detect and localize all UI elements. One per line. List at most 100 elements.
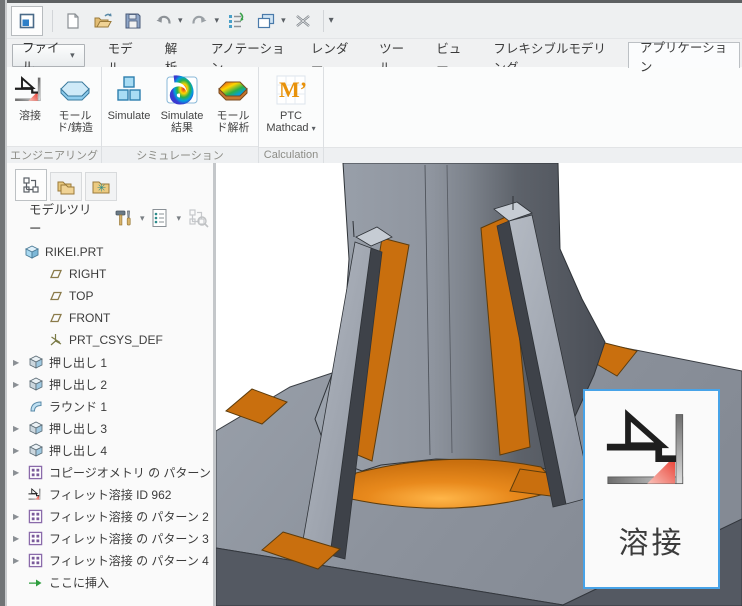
tree-item-rikei-prt[interactable]: RIKEI.PRT xyxy=(7,241,213,263)
ribbon-tab-bar: ファイル ▾ モデル 解析 アノテーション レンダー ツール ビュー フレキシブ… xyxy=(7,39,742,67)
mold-cast-button[interactable]: モール ド/鋳造 xyxy=(51,70,99,145)
expand-arrow-icon[interactable]: ▶ xyxy=(13,468,27,477)
pattern-icon xyxy=(27,508,44,524)
weld-button[interactable]: 溶接 xyxy=(9,70,51,145)
navigator-tabs: ✳ xyxy=(15,169,120,201)
3d-viewport[interactable]: 溶接 xyxy=(216,163,742,606)
simulate-results-button[interactable]: Simulate 結果 xyxy=(154,70,210,145)
weld-button-magnifier[interactable]: 溶接 xyxy=(583,389,720,589)
tree-item-front[interactable]: FRONT xyxy=(7,307,213,329)
tab-tools[interactable]: ツール xyxy=(368,46,423,67)
weld-button-label: 溶接 xyxy=(619,518,685,562)
tree-item-fillet-weld-pattern-4[interactable]: ▶ フィレット溶接 の パターン 4 xyxy=(7,549,213,571)
svg-text:✳: ✳ xyxy=(97,182,106,194)
mold-analysis-button[interactable]: モール ド解析 xyxy=(210,70,256,145)
tools-dropdown-icon[interactable]: ▾ xyxy=(140,213,145,224)
new-file-icon[interactable] xyxy=(60,8,86,34)
tree-item-extrude-4[interactable]: ▶ 押し出し 4 xyxy=(7,439,213,461)
model-tree-panel: ✳ モデルツリー ▾ ▾ RIKEI.PRT RIGHT xyxy=(7,163,213,606)
toolbar-separator xyxy=(323,10,324,32)
window-left-edge-highlight xyxy=(5,0,7,606)
tree-item-right[interactable]: RIGHT xyxy=(7,263,213,285)
pattern-icon xyxy=(27,530,44,546)
mathcad-dropdown-icon: ▾ xyxy=(312,124,316,133)
ribbon-empty-area xyxy=(324,67,742,163)
tree-item-extrude-2[interactable]: ▶ 押し出し 2 xyxy=(7,373,213,395)
settings-dropdown-icon[interactable]: ▾ xyxy=(176,213,181,224)
tree-item-copy-geometry-pattern-1[interactable]: ▶ コピージオメトリ の パターン 1 xyxy=(7,461,213,483)
file-dropdown-icon: ▾ xyxy=(70,50,75,61)
csys-icon xyxy=(47,332,64,348)
tab-analysis[interactable]: 解析 xyxy=(154,46,198,67)
extrude-icon xyxy=(27,442,44,458)
expand-arrow-icon[interactable]: ▶ xyxy=(13,512,27,521)
round-icon xyxy=(27,398,44,414)
tab-render[interactable]: レンダー xyxy=(300,46,366,67)
regenerate-icon[interactable] xyxy=(223,8,249,34)
tools-icon[interactable] xyxy=(113,208,133,228)
simulate-button[interactable]: Simulate xyxy=(104,70,154,145)
tree-item-fillet-weld-pattern-3[interactable]: ▶ フィレット溶接 の パターン 3 xyxy=(7,527,213,549)
redo-icon[interactable] xyxy=(187,8,213,34)
undo-dropdown-icon[interactable]: ▾ xyxy=(178,15,183,26)
redo-dropdown-icon[interactable]: ▾ xyxy=(215,15,220,26)
ptc-mathcad-button[interactable]: M’ PTC Mathcad ▾ xyxy=(261,70,321,145)
svg-text:M’: M’ xyxy=(279,77,306,102)
pattern-icon xyxy=(27,552,44,568)
app-window-icon[interactable] xyxy=(11,6,43,36)
tree-filter-icon xyxy=(188,208,210,228)
expand-arrow-icon[interactable]: ▶ xyxy=(13,424,27,433)
tab-file[interactable]: ファイル ▾ xyxy=(12,44,85,67)
ribbon: 溶接 モール ド/鋳造 エンジニアリング Simulate xyxy=(7,67,742,164)
tree-item-extrude-1[interactable]: ▶ 押し出し 1 xyxy=(7,351,213,373)
expand-arrow-icon[interactable]: ▶ xyxy=(13,358,27,367)
tree-item-fillet-weld-id-962[interactable]: ▶ フィレット溶接 ID 962 xyxy=(7,483,213,505)
folder-browser-tab[interactable] xyxy=(50,172,82,201)
favorites-folder-icon: ✳ xyxy=(91,178,111,196)
mold-cast-icon xyxy=(59,73,91,107)
tab-applications[interactable]: アプリケーション xyxy=(628,42,740,68)
ribbon-group-engineering: 溶接 モール ド/鋳造 エンジニアリング xyxy=(7,67,102,163)
extrude-icon xyxy=(27,376,44,392)
tab-view[interactable]: ビュー xyxy=(425,46,480,67)
tree-item-round-1[interactable]: ▶ ラウンド 1 xyxy=(7,395,213,417)
expand-arrow-icon[interactable]: ▶ xyxy=(13,556,27,565)
pattern-icon xyxy=(27,464,44,480)
model-tree-tab[interactable] xyxy=(15,169,47,201)
tree-item-fillet-weld-pattern-2[interactable]: ▶ フィレット溶接 の パターン 2 xyxy=(7,505,213,527)
windows-icon[interactable] xyxy=(253,8,279,34)
tab-flexible-modeling[interactable]: フレキシブルモデリング xyxy=(482,46,625,67)
quick-access-toolbar: ▾ ▾ ▾ ▾ xyxy=(7,3,742,39)
settings-list-icon[interactable] xyxy=(151,208,169,228)
windows-dropdown-icon[interactable]: ▾ xyxy=(281,15,286,26)
close-icon[interactable] xyxy=(290,8,316,34)
weld-icon xyxy=(14,73,46,107)
overflow-dropdown-icon[interactable]: ▾ xyxy=(329,15,334,26)
model-tree-header: モデルツリー ▾ ▾ xyxy=(7,203,213,233)
tree-item-top[interactable]: TOP xyxy=(7,285,213,307)
expand-arrow-icon[interactable]: ▶ xyxy=(13,534,27,543)
undo-icon[interactable] xyxy=(150,8,176,34)
toolbar-separator xyxy=(52,10,53,32)
tree-item-insert-here[interactable]: ▶ ここに挿入 xyxy=(7,571,213,593)
expand-arrow-icon[interactable]: ▶ xyxy=(13,446,27,455)
tab-annotation[interactable]: アノテーション xyxy=(200,46,298,67)
datum-plane-icon xyxy=(47,266,64,282)
mathcad-icon: M’ xyxy=(276,73,306,107)
favorites-tab[interactable]: ✳ xyxy=(85,172,117,201)
expand-arrow-icon[interactable]: ▶ xyxy=(13,380,27,389)
extrude-icon xyxy=(27,354,44,370)
tree-item-prt-csys-def[interactable]: PRT_CSYS_DEF xyxy=(7,329,213,351)
simulate-results-icon xyxy=(166,73,198,107)
weld-icon xyxy=(603,403,701,504)
simulate-icon xyxy=(114,73,144,107)
app-window: ▾ ▾ ▾ ▾ ファイル ▾ モデル 解析 アノテーション レンダー ツール ビ… xyxy=(0,0,742,606)
model-tree-icon xyxy=(22,176,40,194)
folder-browser-icon xyxy=(56,178,76,196)
save-icon[interactable] xyxy=(120,8,146,34)
open-icon[interactable] xyxy=(90,8,116,34)
datum-plane-icon xyxy=(47,310,64,326)
model-tree: RIKEI.PRT RIGHT TOP FRONT PRT_CSYS_DEF ▶ xyxy=(7,241,213,593)
tab-model[interactable]: モデル xyxy=(97,46,152,67)
tree-item-extrude-3[interactable]: ▶ 押し出し 3 xyxy=(7,417,213,439)
